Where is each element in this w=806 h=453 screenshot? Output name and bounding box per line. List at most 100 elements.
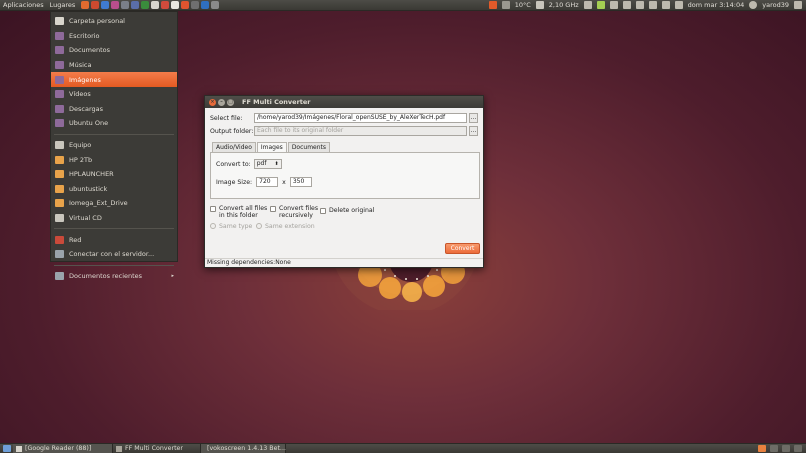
user-name[interactable]: yarod39: [762, 1, 789, 9]
places-menu-item[interactable]: Vídeos: [51, 87, 177, 102]
workspace-icon[interactable]: [770, 445, 778, 452]
places-menu-item[interactable]: Imágenes: [51, 72, 177, 87]
checkbox-icon[interactable]: [320, 208, 326, 214]
places-menu-item-label: Documentos recientes: [69, 271, 143, 280]
places-menu-item[interactable]: ubuntustick: [51, 182, 177, 197]
mail-launcher-icon[interactable]: [171, 1, 180, 9]
convert-all-label: Convert all files in this folder: [219, 205, 268, 219]
places-menu-item[interactable]: Iomega_Ext_Drive: [51, 196, 177, 211]
app-launcher-icon[interactable]: [141, 1, 150, 9]
places-menu-item[interactable]: Ubuntu One: [51, 116, 177, 131]
volume-icon[interactable]: [648, 1, 657, 9]
delete-original-checkbox[interactable]: Delete original: [320, 207, 400, 214]
app-launcher-icon[interactable]: [181, 1, 190, 9]
checkbox-icon[interactable]: [210, 206, 216, 212]
image-height-input[interactable]: 350: [289, 177, 312, 187]
same-type-radio[interactable]: Same type: [210, 223, 252, 230]
firefox-launcher-icon[interactable]: [91, 1, 100, 9]
delete-original-label: Delete original: [329, 207, 375, 214]
weather-icon[interactable]: [501, 1, 510, 9]
pictures-folder-icon: [55, 75, 64, 84]
select-file-input[interactable]: /home/yarod39/Imágenes/Floral_openSUSE_b…: [254, 113, 467, 123]
radio-icon[interactable]: [210, 223, 216, 229]
places-menu-item[interactable]: Conectar con el servidor...: [51, 247, 177, 262]
workspace-switcher: [758, 445, 806, 452]
chat-icon[interactable]: [674, 1, 683, 9]
minimize-icon[interactable]: –: [218, 98, 225, 106]
places-menu-item-label: Vídeos: [69, 90, 91, 99]
power-icon[interactable]: [794, 1, 802, 9]
temperature-indicator[interactable]: 10°C: [515, 1, 531, 9]
recent-documents-icon: [55, 271, 64, 280]
downloads-folder-icon: [55, 104, 64, 113]
places-menu-item[interactable]: Descargas: [51, 102, 177, 117]
close-icon[interactable]: ×: [209, 98, 216, 106]
places-menu-item[interactable]: Equipo: [51, 138, 177, 153]
workspace-icon[interactable]: [758, 445, 766, 452]
taskbar-item-ff-multi-converter[interactable]: FF Multi Converter: [113, 444, 201, 453]
cpu-icon: [535, 1, 544, 9]
convert-to-select[interactable]: pdf ⬍: [253, 159, 282, 169]
places-menu-button[interactable]: Lugares: [47, 1, 79, 9]
convert-to-row: Convert to: pdf ⬍: [216, 159, 282, 169]
places-menu-item[interactable]: Red: [51, 232, 177, 247]
places-menu-item[interactable]: HPLAUNCHER: [51, 167, 177, 182]
update-icon[interactable]: [488, 1, 497, 9]
same-extension-radio[interactable]: Same extension: [256, 223, 315, 230]
terminal-launcher-icon[interactable]: [211, 1, 220, 9]
places-menu-item[interactable]: Virtual CD: [51, 211, 177, 226]
image-width-input[interactable]: 720: [256, 177, 279, 187]
workspace-icon[interactable]: [782, 445, 790, 452]
select-file-label: Select file:: [210, 114, 243, 122]
applications-menu[interactable]: Aplicaciones: [0, 1, 47, 9]
convert-all-checkbox[interactable]: Convert all files in this folder: [210, 205, 270, 219]
app-launcher-icon[interactable]: [161, 1, 170, 9]
window-titlebar[interactable]: × – □ FF Multi Converter: [205, 96, 483, 108]
trash-icon[interactable]: [794, 445, 802, 452]
maximize-icon[interactable]: □: [227, 98, 234, 106]
clock[interactable]: dom mar 3:14:04: [688, 1, 745, 9]
places-menu-item[interactable]: Documentos: [51, 43, 177, 58]
browse-folder-button[interactable]: ...: [469, 126, 478, 136]
app-launcher-icon[interactable]: [201, 1, 210, 9]
places-menu-item-label: Carpeta personal: [69, 17, 125, 26]
tab-audio-video[interactable]: Audio/Video: [212, 142, 256, 152]
output-folder-row: Output folder: Each file to its original…: [210, 126, 478, 136]
output-folder-input[interactable]: Each file to its original folder: [254, 126, 467, 136]
convert-button[interactable]: Convert: [445, 243, 480, 254]
mail-indicator-icon[interactable]: [622, 1, 631, 9]
chrome-launcher-icon[interactable]: [101, 1, 110, 9]
tab-images[interactable]: Images: [256, 142, 287, 152]
menu-separator: [54, 228, 174, 230]
convert-recursive-checkbox[interactable]: Convert files recursively: [270, 205, 322, 219]
app-launcher-icon[interactable]: [191, 1, 200, 9]
app-launcher-icon[interactable]: [131, 1, 140, 9]
bottom-panel: [Google Reader (88)] FF Multi Converter …: [0, 443, 806, 453]
select-file-row: Select file: /home/yarod39/Imágenes/Flor…: [210, 113, 478, 123]
places-menu-item[interactable]: Música: [51, 58, 177, 73]
places-menu-item[interactable]: Escritorio: [51, 29, 177, 44]
panel-indicators: 10°C 2,10 GHz dom mar 3:14:04 yarod39: [488, 1, 806, 9]
drive-icon: [55, 155, 64, 164]
package-icon[interactable]: [583, 1, 592, 9]
places-menu-item[interactable]: Documentos recientes ▸: [51, 269, 177, 284]
app-launcher-icon[interactable]: [111, 1, 120, 9]
browse-file-button[interactable]: ...: [469, 113, 478, 123]
ubuntu-launcher-icon[interactable]: [81, 1, 90, 9]
app-indicator-icon[interactable]: [596, 1, 605, 9]
checkbox-icon[interactable]: [270, 206, 276, 212]
places-menu-item[interactable]: Carpeta personal: [51, 14, 177, 29]
cpu-frequency[interactable]: 2,10 GHz: [549, 1, 579, 9]
battery-icon[interactable]: [661, 1, 670, 9]
app-launcher-icon[interactable]: [121, 1, 130, 9]
bluetooth-icon[interactable]: [635, 1, 644, 9]
taskbar-item-google-reader[interactable]: [Google Reader (88)]: [13, 444, 113, 453]
show-desktop-icon[interactable]: [3, 445, 11, 452]
taskbar-item-vokoscreen[interactable]: [vokoscreen 1.4.13 Bet...: [201, 444, 286, 453]
tab-documents[interactable]: Documents: [287, 142, 331, 152]
places-menu-item[interactable]: HP 2Tb: [51, 152, 177, 167]
convert-recursive-label: Convert files recursively: [279, 205, 319, 219]
inkscape-launcher-icon[interactable]: [151, 1, 160, 9]
radio-icon[interactable]: [256, 223, 262, 229]
network-icon[interactable]: [609, 1, 618, 9]
